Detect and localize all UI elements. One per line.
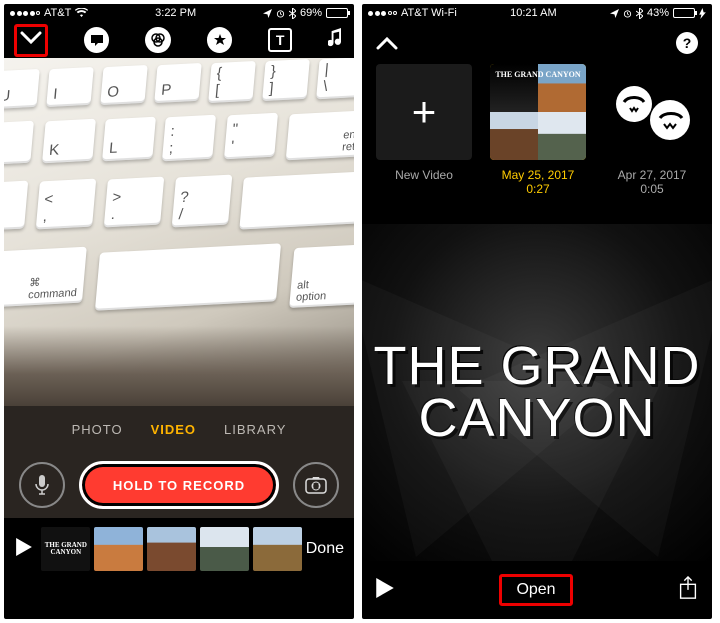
mode-video[interactable]: VIDEO — [151, 422, 196, 437]
mode-library[interactable]: LIBRARY — [224, 422, 286, 437]
clip-thumbnail[interactable] — [200, 527, 249, 571]
plus-icon: + — [412, 88, 437, 136]
projects-bottom-bar: Open — [362, 561, 712, 619]
camera-viewport: U I O P {[ }] |\ J K L :; "' enterreturn… — [4, 58, 354, 406]
alarm-icon — [276, 9, 285, 18]
project-tile[interactable]: THE GRAND CANYON May 25, 2017 0:27 — [490, 64, 586, 196]
clip-thumbnail[interactable] — [147, 527, 196, 571]
status-bar: AT&T 3:22 PM 69% — [4, 4, 354, 22]
timeline-strip: THE GRAND CANYON Done — [4, 518, 354, 580]
battery-icon — [673, 8, 695, 18]
clip-thumbnail[interactable] — [253, 527, 302, 571]
clock-label: 3:22 PM — [155, 7, 196, 19]
bluetooth-icon — [289, 8, 296, 19]
microphone-button[interactable] — [19, 462, 65, 508]
done-button[interactable]: Done — [306, 540, 348, 558]
bluetooth-icon — [636, 8, 643, 19]
signal-dots-icon — [10, 11, 40, 16]
project-label: May 25, 2017 — [490, 168, 586, 182]
chevron-down-icon[interactable] — [20, 30, 42, 46]
share-icon — [678, 576, 698, 600]
music-icon[interactable] — [328, 28, 344, 53]
mode-selector: PHOTO VIDEO LIBRARY — [4, 406, 354, 452]
play-button[interactable] — [376, 578, 394, 603]
editor-toolbar: T — [4, 22, 354, 58]
help-icon[interactable]: ? — [676, 32, 698, 54]
play-icon — [376, 578, 394, 598]
open-button[interactable]: Open — [499, 574, 572, 606]
flip-camera-icon — [305, 476, 327, 494]
project-duration: 0:05 — [604, 182, 700, 196]
battery-icon — [326, 8, 348, 18]
project-tile-title: THE GRAND CANYON — [490, 70, 586, 79]
clock-label: 10:21 AM — [510, 7, 556, 19]
location-icon — [263, 9, 272, 18]
record-button[interactable]: HOLD TO RECORD — [79, 461, 279, 509]
projects-toolbar: ? — [362, 22, 712, 64]
new-video-tile[interactable]: + New Video — [376, 64, 472, 182]
project-label: New Video — [376, 168, 472, 182]
clip-thumb-title: THE GRAND CANYON — [41, 542, 90, 556]
project-preview[interactable]: THE GRAND CANYON — [362, 224, 712, 561]
record-bar: HOLD TO RECORD — [4, 452, 354, 518]
filters-icon[interactable] — [145, 27, 170, 53]
clip-thumbnail[interactable] — [94, 527, 143, 571]
mode-photo[interactable]: PHOTO — [72, 422, 123, 437]
alarm-icon — [623, 9, 632, 18]
clips-projects-screen: AT&T Wi-Fi 10:21 AM 43% ? + New Video — [362, 4, 712, 619]
charging-icon — [699, 8, 706, 19]
share-button[interactable] — [678, 576, 698, 605]
battery-pct-label: 43% — [647, 7, 669, 19]
wifi-icon — [75, 8, 88, 18]
clips-record-screen: AT&T 3:22 PM 69% T U I — [4, 4, 354, 619]
play-icon — [16, 538, 32, 556]
chevron-up-icon[interactable] — [376, 36, 398, 50]
project-duration: 0:27 — [490, 182, 586, 196]
close-chevron-highlight — [14, 24, 48, 57]
project-tile[interactable]: Apr 27, 2017 0:05 — [604, 64, 700, 196]
live-titles-icon[interactable] — [84, 27, 109, 53]
carrier-label: AT&T Wi-Fi — [401, 7, 457, 19]
stickers-icon[interactable] — [207, 27, 232, 53]
signal-dots-icon — [368, 11, 397, 16]
project-carousel[interactable]: + New Video THE GRAND CANYON May 25, 201… — [362, 64, 712, 224]
flip-camera-button[interactable] — [293, 462, 339, 508]
carrier-label: AT&T — [44, 7, 71, 19]
clip-thumbnail[interactable]: THE GRAND CANYON — [41, 527, 90, 571]
project-label: Apr 27, 2017 — [604, 168, 700, 182]
play-button[interactable] — [10, 538, 37, 561]
battery-pct-label: 69% — [300, 7, 322, 19]
mic-icon — [35, 475, 49, 495]
location-icon — [610, 9, 619, 18]
status-bar: AT&T Wi-Fi 10:21 AM 43% — [362, 4, 712, 22]
text-tool-icon[interactable]: T — [268, 28, 292, 52]
